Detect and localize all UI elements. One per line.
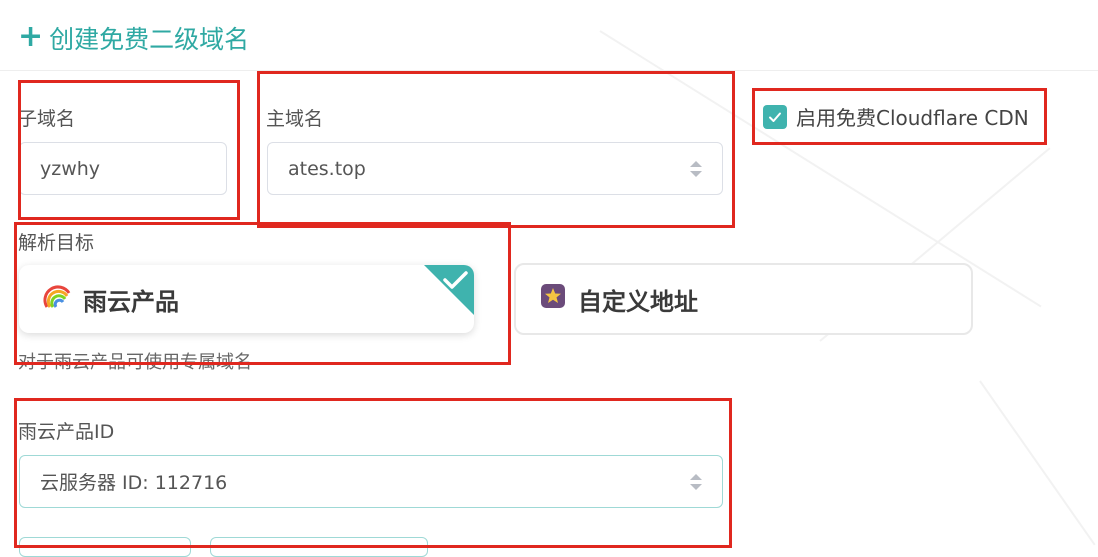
background-line: [979, 380, 1096, 546]
target-option-custom[interactable]: 自定义地址: [514, 263, 973, 335]
highlight-box-subdomain: [18, 80, 240, 220]
plus-icon: +: [18, 18, 44, 54]
page-title-text: 创建免费二级域名: [49, 25, 250, 54]
highlight-box-main-domain: [257, 71, 735, 228]
highlight-box-product: [14, 398, 732, 548]
page-title[interactable]: + 创建免费二级域名: [18, 20, 249, 56]
target-option-label: 自定义地址: [578, 287, 698, 316]
highlight-box-cdn: [752, 88, 1047, 145]
star-badge-icon: [540, 283, 566, 315]
highlight-box-target: [14, 222, 511, 365]
